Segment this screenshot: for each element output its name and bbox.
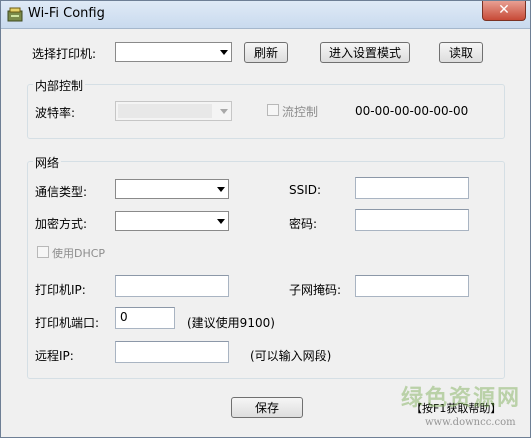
printer-port-label: 打印机端口:	[35, 316, 100, 330]
refresh-button[interactable]: 刷新	[244, 42, 288, 63]
enter-setup-mode-button[interactable]: 进入设置模式	[320, 42, 410, 63]
wifi-config-window: Wi-Fi Config ✕ 选择打印机: 刷新 进入设置模式 读取 内部控制 …	[0, 0, 531, 438]
ssid-input[interactable]	[355, 177, 469, 199]
remote-ip-label: 远程IP:	[35, 349, 74, 363]
dhcp-checkbox	[37, 246, 49, 258]
printer-select-label: 选择打印机:	[32, 47, 97, 61]
dhcp-label: 使用DHCP	[52, 247, 106, 260]
app-icon	[7, 7, 23, 22]
baud-rate-select-highlight	[118, 104, 212, 118]
internal-control-group-title: 内部控制	[33, 77, 86, 94]
chevron-down-icon	[220, 109, 228, 114]
close-icon: ✕	[498, 2, 510, 18]
printer-port-hint: (建议使用9100)	[187, 316, 275, 330]
title-bar[interactable]: Wi-Fi Config ✕	[1, 1, 530, 29]
close-button[interactable]: ✕	[482, 1, 526, 21]
password-label: 密码:	[289, 217, 318, 231]
flow-control-label: 流控制	[282, 105, 319, 119]
comm-type-label: 通信类型:	[35, 185, 88, 199]
mac-address-value: 00-00-00-00-00-00	[355, 104, 469, 118]
baud-rate-select	[115, 101, 232, 121]
watermark-url: www.downcc.com	[425, 417, 516, 428]
printer-port-input[interactable]: 0	[115, 307, 175, 329]
ssid-label: SSID:	[289, 183, 322, 197]
printer-select[interactable]	[115, 42, 232, 62]
save-button[interactable]: 保存	[231, 397, 303, 418]
baud-rate-label: 波特率:	[35, 106, 76, 120]
comm-type-select[interactable]	[115, 179, 229, 199]
password-input[interactable]	[355, 209, 469, 231]
chevron-down-icon	[217, 187, 225, 192]
encryption-select[interactable]	[115, 211, 229, 231]
network-group-title: 网络	[33, 154, 62, 171]
remote-ip-hint: (可以输入网段)	[250, 349, 332, 363]
flow-control-checkbox	[267, 104, 279, 116]
watermark-logo-text: 绿色资源网	[401, 385, 522, 411]
read-button[interactable]: 读取	[439, 42, 483, 63]
chevron-down-icon	[220, 50, 228, 55]
encryption-label: 加密方式:	[35, 217, 88, 231]
subnet-mask-label: 子网掩码:	[289, 283, 342, 297]
subnet-mask-input[interactable]	[355, 275, 469, 297]
remote-ip-input[interactable]	[115, 341, 229, 363]
chevron-down-icon	[217, 219, 225, 224]
printer-ip-label: 打印机IP:	[35, 283, 86, 297]
window-title: Wi-Fi Config	[28, 6, 105, 21]
printer-ip-input[interactable]	[115, 275, 229, 297]
